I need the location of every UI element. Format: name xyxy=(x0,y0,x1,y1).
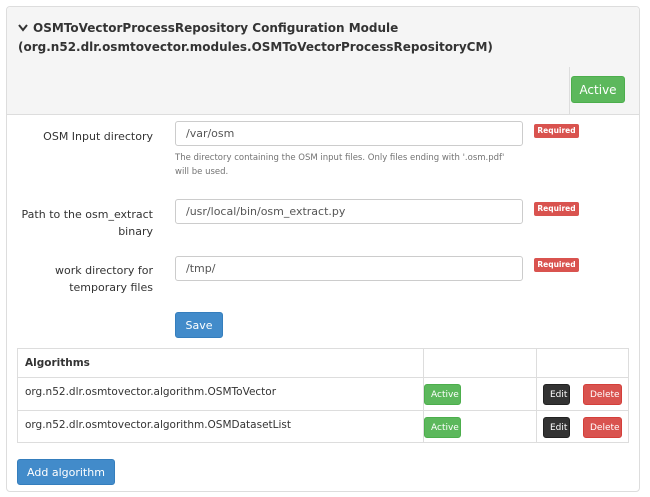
algorithm-delete-button[interactable]: Delete xyxy=(583,417,622,438)
table-header-algorithms: Algorithms xyxy=(25,357,90,369)
table-row: org.n52.dlr.osmtovector.algorithm.OSMDat… xyxy=(18,410,628,442)
osm-input-directory-input[interactable] xyxy=(175,121,523,146)
field-label-work-directory: work directory for temporary files xyxy=(55,264,153,294)
required-badge: Required xyxy=(534,202,579,216)
algorithm-edit-button[interactable]: Edit xyxy=(543,417,570,438)
add-algorithm-button[interactable]: Add algorithm xyxy=(17,459,115,485)
field-label-osm-extract-path: Path to the osm_extract binary xyxy=(21,208,153,238)
algorithm-delete-button[interactable]: Delete xyxy=(583,384,622,405)
save-button[interactable]: Save xyxy=(175,312,223,338)
required-badge: Required xyxy=(534,258,579,272)
table-row: org.n52.dlr.osmtovector.algorithm.OSMToV… xyxy=(18,377,628,410)
module-title: OSMToVectorProcessRepository Configurati… xyxy=(18,19,578,56)
algorithm-active-button[interactable]: Active xyxy=(424,384,461,405)
algorithm-name: org.n52.dlr.osmtovector.algorithm.OSMDat… xyxy=(25,419,292,431)
work-directory-input[interactable] xyxy=(175,256,523,281)
required-badge: Required xyxy=(534,124,579,138)
algorithms-table: Algorithms org.n52.dlr.osmtovector.algor… xyxy=(17,348,629,443)
module-title-line1: OSMToVectorProcessRepository Configurati… xyxy=(33,21,399,35)
module-heading[interactable]: OSMToVectorProcessRepository Configurati… xyxy=(7,7,639,115)
module-active-button[interactable]: Active xyxy=(571,76,625,103)
algorithm-edit-button[interactable]: Edit xyxy=(543,384,570,405)
module-title-line2: (org.n52.dlr.osmtovector.modules.OSMToVe… xyxy=(18,40,493,54)
chevron-down-icon[interactable] xyxy=(18,20,30,38)
osm-extract-path-input[interactable] xyxy=(175,199,523,224)
algorithm-name: org.n52.dlr.osmtovector.algorithm.OSMToV… xyxy=(25,386,277,398)
field-label-osm-input-directory: OSM Input directory xyxy=(43,130,153,143)
algorithm-active-button[interactable]: Active xyxy=(424,417,461,438)
field-help-text: The directory containing the OSM input f… xyxy=(175,153,505,177)
